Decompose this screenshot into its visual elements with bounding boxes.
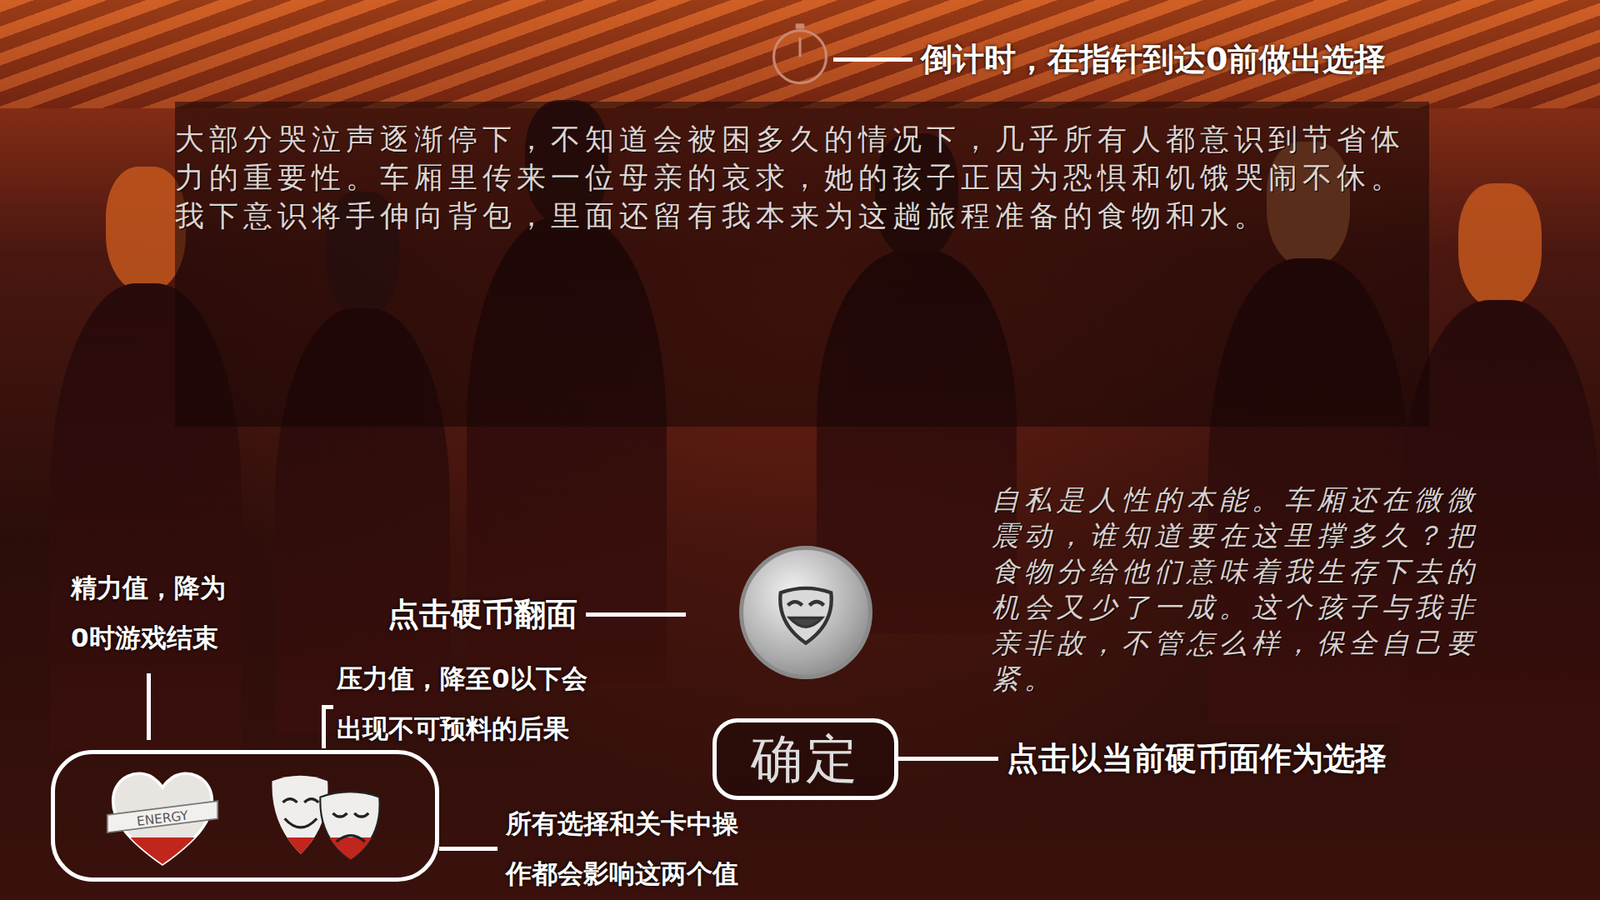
comedy-mask-icon <box>760 567 851 658</box>
stress-masks-icon <box>265 761 390 870</box>
confirm-annotation: 点击以当前硬币面作为选择 <box>898 737 1387 780</box>
coin-annotation: 点击硬币翻面 <box>387 593 686 636</box>
energy-annotation-line <box>146 673 151 740</box>
narrative-text: 大部分哭泣声逐渐停下，不知道会被困多久的情况下，几乎所有人都意识到节省体力的重要… <box>175 120 1417 235</box>
confirm-button[interactable]: 确定 <box>712 718 899 800</box>
stats-annotation: 所有选择和关卡中操作都会影响这两个值 <box>439 798 739 899</box>
stress-annotation: 压力值，降至0以下会出现不可预料的后果 <box>336 653 588 754</box>
passenger-silhouette <box>1400 183 1600 767</box>
timer-icon <box>765 18 835 89</box>
game-screen: 倒计时，在指针到达0前做出选择大部分哭泣声逐渐停下，不知道会被困多久的情况下，几… <box>0 0 1600 900</box>
narrative-box: 大部分哭泣声逐渐停下，不知道会被困多久的情况下，几乎所有人都意识到节省体力的重要… <box>175 101 1430 427</box>
energy-heart-icon: ENERGY <box>100 761 225 870</box>
choice-coin[interactable] <box>739 545 873 680</box>
energy-annotation: 精力值，降为0时游戏结束 <box>70 562 226 663</box>
choice-text: 自私是人性的本能。车厢还在微微震动，谁知道要在这里撑多久？把食物分给他们意味着我… <box>991 481 1509 697</box>
energy-label: ENERGY <box>135 807 190 830</box>
timer-annotation: 倒计时，在指针到达0前做出选择 <box>833 38 1386 81</box>
stress-annotation-line <box>321 705 334 749</box>
stats-panel: ENERGY <box>50 750 440 882</box>
